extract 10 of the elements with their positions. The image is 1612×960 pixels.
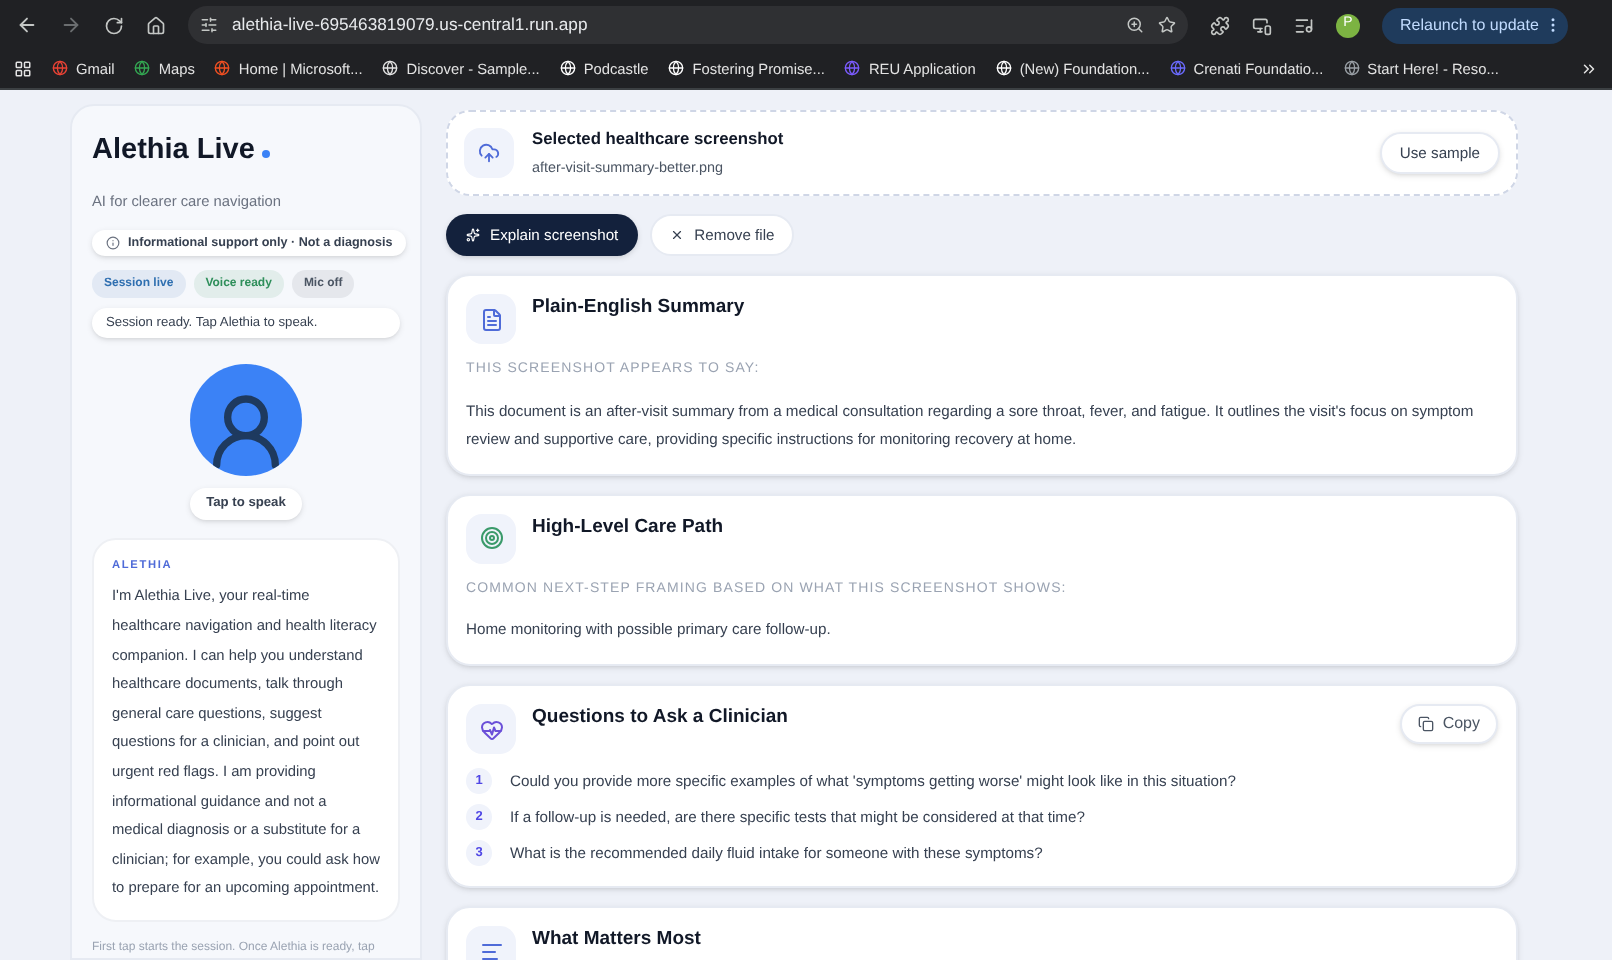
card-title: High-Level Care Path <box>532 513 726 541</box>
upload-title: Selected healthcare screenshot <box>532 125 786 151</box>
card-title: What Matters Most <box>532 926 703 954</box>
address-bar[interactable]: alethia-live-695463819079.us-central1.run.app <box>188 6 1188 44</box>
app-title: Alethia Live <box>92 132 255 170</box>
copy-button[interactable]: Copy <box>1400 704 1498 744</box>
card-title: Plain-English Summary <box>532 294 747 322</box>
url-text: alethia-live-695463819079.us-central1.run.app <box>232 12 590 38</box>
card-title: Questions to Ask a Clinician <box>532 704 790 732</box>
relaunch-button[interactable]: Relaunch to update <box>1382 7 1569 43</box>
